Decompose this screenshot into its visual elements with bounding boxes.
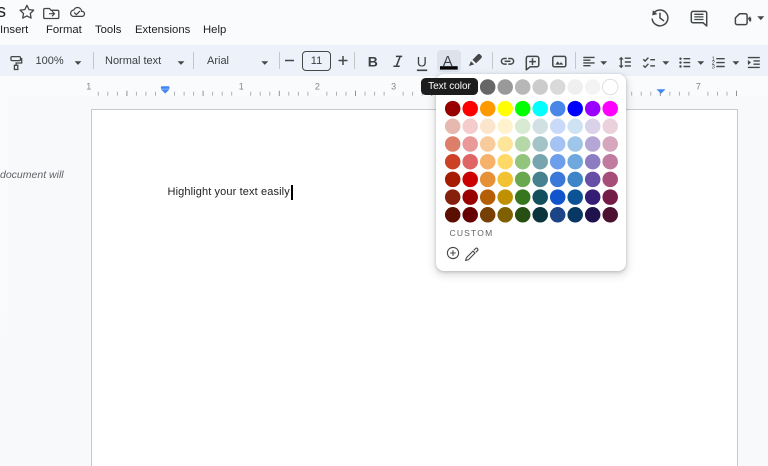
svg-text:7: 7 bbox=[696, 82, 701, 92]
svg-text:B: B bbox=[368, 53, 378, 69]
svg-text:2: 2 bbox=[315, 82, 320, 92]
svg-text:1: 1 bbox=[86, 82, 91, 92]
svg-text:3: 3 bbox=[712, 65, 715, 71]
svg-text:3: 3 bbox=[391, 82, 396, 92]
svg-text:U: U bbox=[417, 53, 427, 69]
svg-text:1: 1 bbox=[239, 82, 244, 92]
